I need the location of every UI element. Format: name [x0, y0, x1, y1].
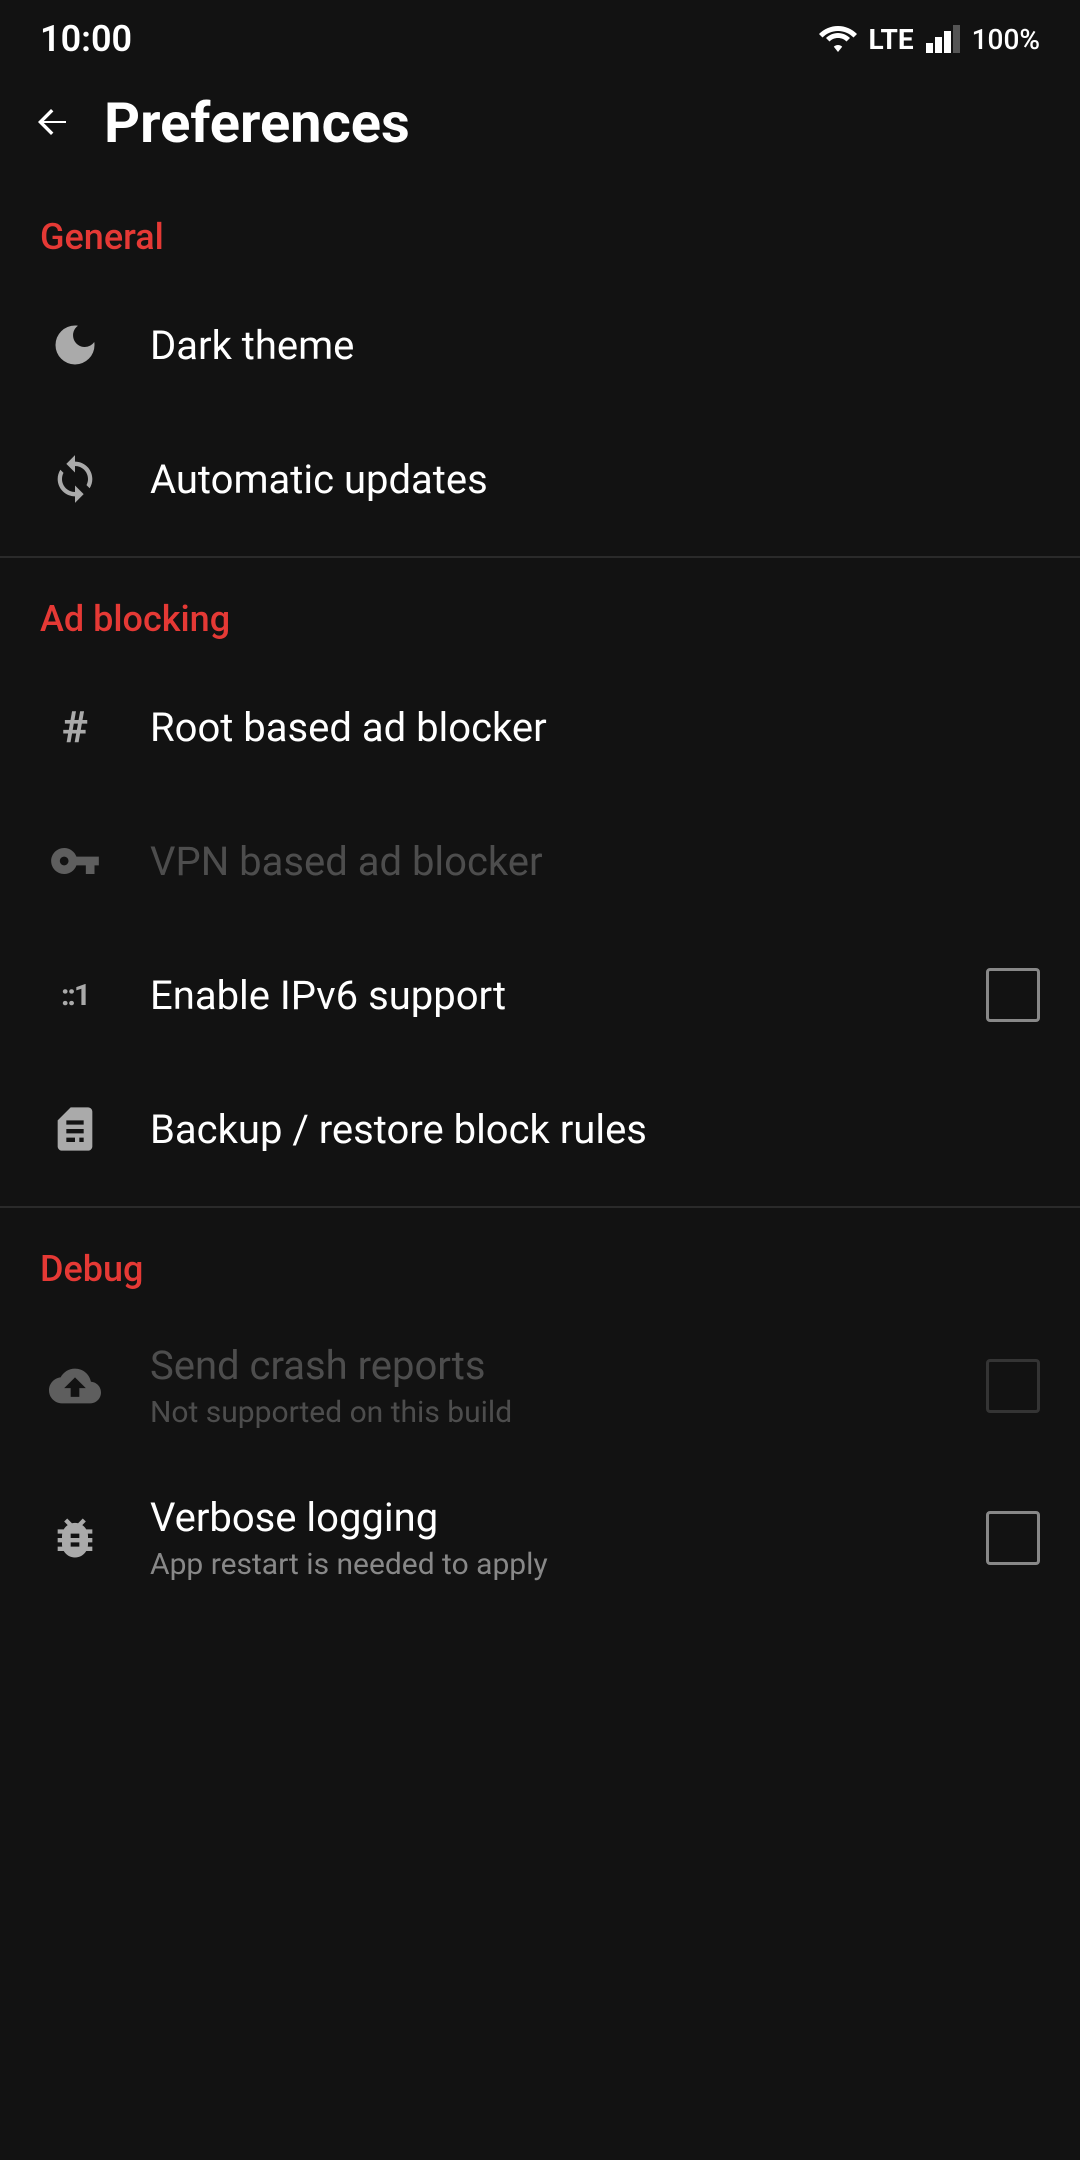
- pref-vpn-based-ad-blocker: VPN based ad blocker: [0, 794, 1080, 928]
- section-header-ad-blocking: Ad blocking: [0, 568, 1080, 660]
- battery-indicator: 100%: [972, 23, 1040, 56]
- verbose-logging-checkbox[interactable]: [986, 1511, 1040, 1565]
- cloud-upload-icon: [40, 1351, 110, 1421]
- divider-1: [0, 556, 1080, 558]
- key-icon: [40, 826, 110, 896]
- ipv6-icon: ::1: [40, 960, 110, 1030]
- enable-ipv6-checkbox[interactable]: [986, 968, 1040, 1022]
- section-general: General Dark theme Automatic updates: [0, 186, 1080, 546]
- section-ad-blocking: Ad blocking # Root based ad blocker VPN …: [0, 568, 1080, 1196]
- pref-send-crash-reports: Send crash reports Not supported on this…: [0, 1310, 1080, 1462]
- pref-automatic-updates[interactable]: Automatic updates: [0, 412, 1080, 546]
- status-time: 10:00: [40, 18, 132, 60]
- status-bar: 10:00 LTE 100%: [0, 0, 1080, 70]
- verbose-logging-title: Verbose logging: [150, 1494, 946, 1541]
- pref-root-based-ad-blocker[interactable]: # Root based ad blocker: [0, 660, 1080, 794]
- pref-verbose-logging[interactable]: Verbose logging App restart is needed to…: [0, 1462, 1080, 1614]
- signal-icon: [926, 25, 960, 53]
- send-crash-reports-checkbox: [986, 1359, 1040, 1413]
- automatic-updates-content: Automatic updates: [150, 456, 1040, 503]
- status-icons: LTE 100%: [819, 23, 1041, 56]
- automatic-updates-title: Automatic updates: [150, 456, 1040, 503]
- root-based-ad-blocker-title: Root based ad blocker: [150, 704, 1040, 751]
- backup-restore-content: Backup / restore block rules: [150, 1106, 1040, 1153]
- hash-icon: #: [40, 692, 110, 762]
- bug-icon: [40, 1503, 110, 1573]
- backup-restore-title: Backup / restore block rules: [150, 1106, 1040, 1153]
- vpn-based-ad-blocker-content: VPN based ad blocker: [150, 838, 1040, 885]
- send-crash-reports-subtitle: Not supported on this build: [150, 1395, 946, 1430]
- pref-enable-ipv6[interactable]: ::1 Enable IPv6 support: [0, 928, 1080, 1062]
- lte-indicator: LTE: [869, 23, 914, 56]
- section-header-debug: Debug: [0, 1218, 1080, 1310]
- verbose-logging-content: Verbose logging App restart is needed to…: [150, 1494, 946, 1582]
- toolbar: Preferences: [0, 70, 1080, 186]
- pref-backup-restore[interactable]: Backup / restore block rules: [0, 1062, 1080, 1196]
- send-crash-reports-content: Send crash reports Not supported on this…: [150, 1342, 946, 1430]
- brightness-icon: [40, 310, 110, 380]
- vpn-based-ad-blocker-title: VPN based ad blocker: [150, 838, 1040, 885]
- enable-ipv6-content: Enable IPv6 support: [150, 972, 946, 1019]
- dark-theme-content: Dark theme: [150, 322, 1040, 369]
- enable-ipv6-title: Enable IPv6 support: [150, 972, 946, 1019]
- page-title: Preferences: [104, 90, 410, 156]
- refresh-icon: [40, 444, 110, 514]
- divider-2: [0, 1206, 1080, 1208]
- sdcard-icon: [40, 1094, 110, 1164]
- pref-dark-theme[interactable]: Dark theme: [0, 278, 1080, 412]
- root-based-ad-blocker-content: Root based ad blocker: [150, 704, 1040, 751]
- wifi-icon: [819, 25, 857, 53]
- send-crash-reports-title: Send crash reports: [150, 1342, 946, 1389]
- verbose-logging-subtitle: App restart is needed to apply: [150, 1547, 946, 1582]
- section-debug: Debug Send crash reports Not supported o…: [0, 1218, 1080, 1614]
- back-button[interactable]: [30, 101, 74, 145]
- section-header-general: General: [0, 186, 1080, 278]
- dark-theme-title: Dark theme: [150, 322, 1040, 369]
